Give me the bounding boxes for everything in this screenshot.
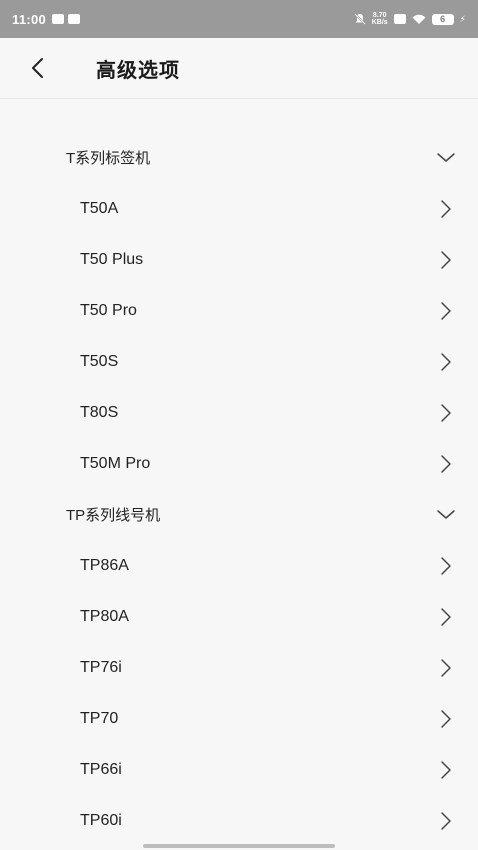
chevron-right-icon — [441, 556, 451, 575]
list-item-t50a[interactable]: T50A — [0, 183, 478, 234]
group-label: T系列标签机 — [66, 150, 151, 167]
group-header-tp-series[interactable]: TP系列线号机 — [0, 489, 478, 540]
page-title: 高级选项 — [96, 60, 180, 82]
list-item-t50-pro[interactable]: T50 Pro — [0, 285, 478, 336]
list-item-tp66i[interactable]: TP66i — [0, 744, 478, 795]
nfc-icon — [393, 14, 406, 24]
home-indicator[interactable] — [143, 844, 335, 848]
status-bar: 11:00 8.70 KB/s 6 ⚡ — [0, 0, 478, 38]
notification-icons — [52, 14, 81, 24]
list-item-t80s[interactable]: T80S — [0, 387, 478, 438]
group-header-t-series[interactable]: T系列标签机 — [0, 132, 478, 183]
chevron-right-icon — [441, 607, 451, 626]
chevron-right-icon — [441, 352, 451, 371]
mute-icon — [354, 13, 366, 25]
model-list: T系列标签机 T50A T50 Plus T50 Pro T50S T80S T… — [0, 132, 478, 846]
network-speed-value: 8.70 — [372, 12, 387, 19]
list-item-t50m-pro[interactable]: T50M Pro — [0, 438, 478, 489]
chevron-right-icon — [441, 301, 451, 320]
network-speed: 8.70 KB/s — [372, 12, 388, 26]
list-item-tp80a[interactable]: TP80A — [0, 591, 478, 642]
list-item-t50s[interactable]: T50S — [0, 336, 478, 387]
item-label: T50 Pro — [80, 301, 137, 319]
list-item-tp60i[interactable]: TP60i — [0, 795, 478, 846]
message-icon — [68, 14, 81, 24]
chevron-right-icon — [441, 454, 451, 473]
item-label: T80S — [80, 403, 119, 421]
list-item-tp86a[interactable]: TP86A — [0, 540, 478, 591]
item-label: TP66i — [80, 760, 122, 778]
item-label: T50S — [80, 352, 119, 370]
item-label: T50A — [80, 199, 119, 217]
chevron-right-icon — [441, 760, 451, 779]
list-item-tp70[interactable]: TP70 — [0, 693, 478, 744]
app-header: 高级选项 — [0, 38, 478, 99]
item-label: TP76i — [80, 658, 122, 676]
network-speed-unit: KB/s — [371, 19, 388, 26]
list-item-t50-plus[interactable]: T50 Plus — [0, 234, 478, 285]
item-label: T50 Plus — [80, 250, 144, 268]
wifi-icon — [412, 14, 426, 24]
list-item-tp76i[interactable]: TP76i — [0, 642, 478, 693]
battery-icon: 6 — [431, 13, 454, 25]
chevron-down-icon — [437, 509, 455, 519]
chevron-right-icon — [441, 811, 451, 830]
charging-icon: ⚡ — [459, 13, 466, 24]
chevron-right-icon — [441, 658, 451, 677]
item-label: TP80A — [80, 607, 129, 625]
item-label: T50M Pro — [80, 454, 151, 472]
group-label: TP系列线号机 — [66, 507, 161, 524]
item-label: TP86A — [80, 556, 129, 574]
chevron-right-icon — [441, 250, 451, 269]
chevron-right-icon — [441, 403, 451, 422]
chevron-down-icon — [437, 152, 455, 162]
back-button[interactable] — [22, 52, 54, 84]
notification-app-icon — [52, 14, 65, 24]
chevron-left-icon — [32, 58, 43, 78]
status-right-icons: 8.70 KB/s 6 ⚡ — [354, 12, 466, 26]
item-label: TP70 — [80, 709, 119, 727]
chevron-right-icon — [441, 709, 451, 728]
item-label: TP60i — [80, 811, 122, 829]
chevron-right-icon — [441, 199, 451, 218]
status-time: 11:00 — [12, 11, 47, 27]
